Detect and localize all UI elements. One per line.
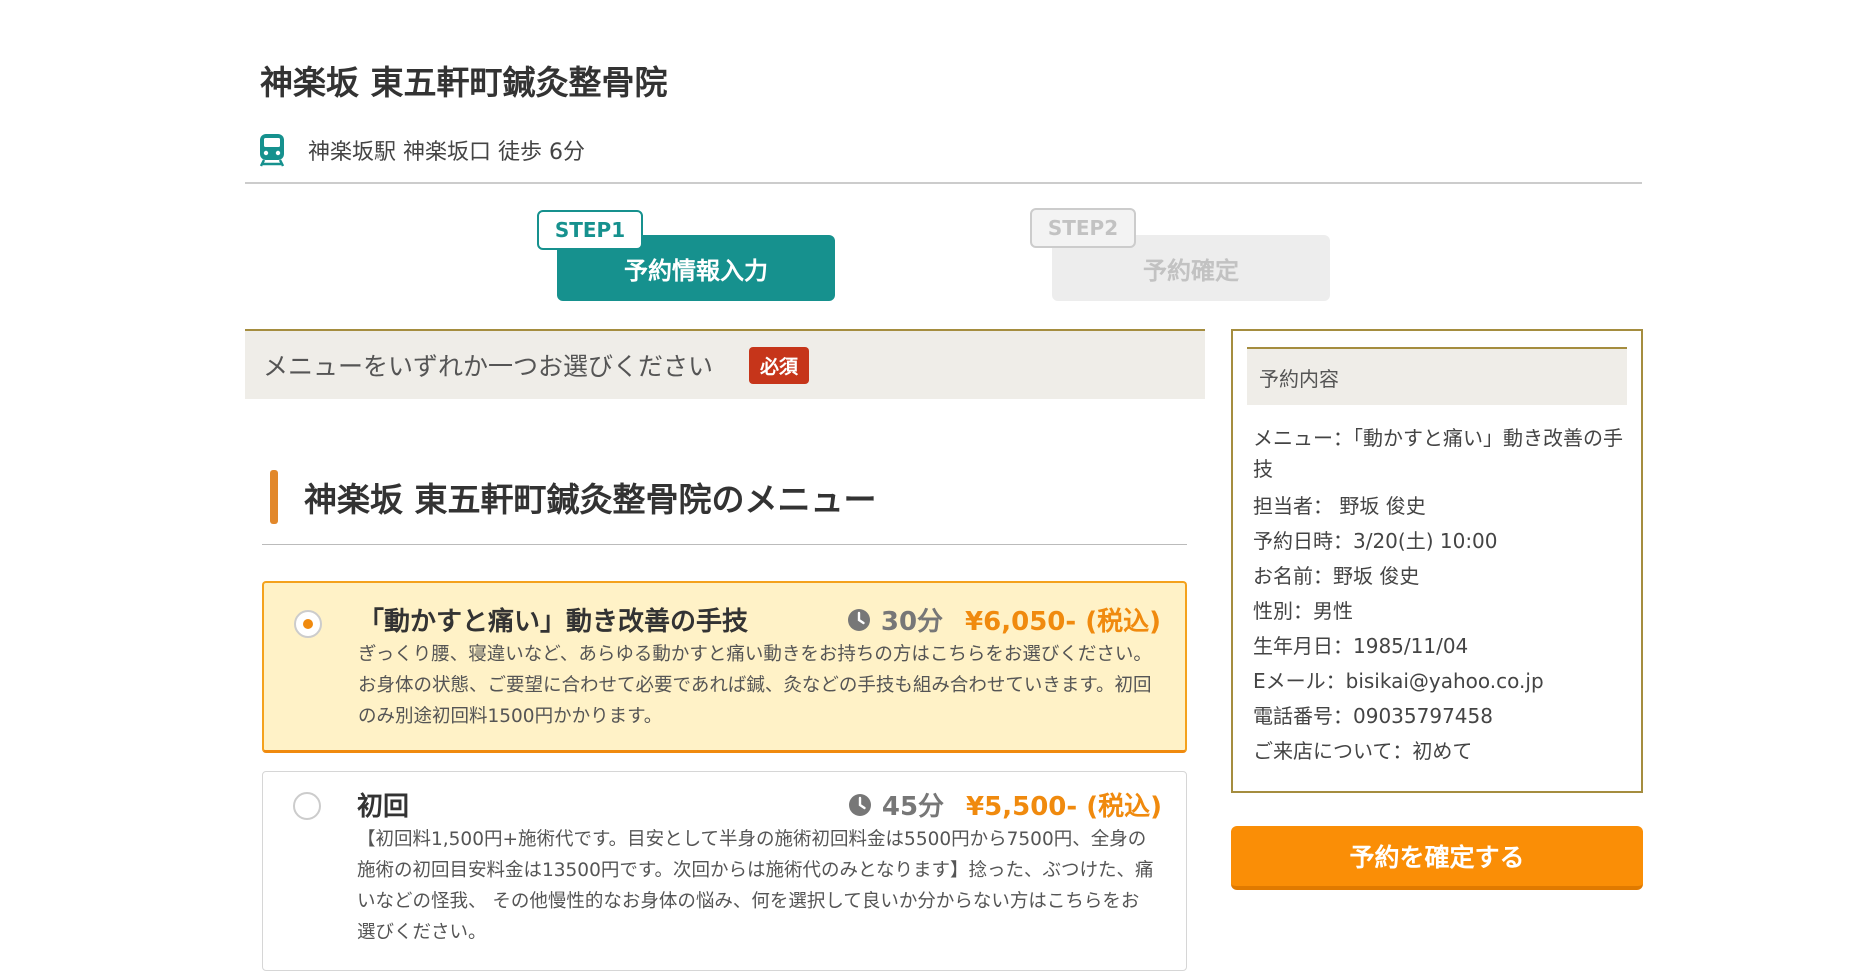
menu-radio[interactable]	[293, 792, 321, 820]
section-accent-bar	[270, 470, 278, 524]
summary-birthdate: 生年月日：1985/11/04	[1253, 634, 1469, 658]
step1-tag: STEP1	[537, 210, 643, 250]
summary-visit: ご来店について：初めて	[1253, 739, 1473, 763]
menu-option-price: ¥6,050- (税込)	[965, 607, 1161, 637]
menu-radio-selected[interactable]	[294, 610, 322, 638]
menu-option-duration: 45分	[881, 792, 945, 822]
clock-icon	[848, 793, 871, 816]
menu-option-name: 初回	[357, 792, 410, 822]
menu-option-duration: 30分	[880, 607, 944, 637]
menu-prompt-text: メニューをいずれか一つお選びください	[263, 352, 714, 381]
menu-option-price: ¥5,500- (税込)	[966, 792, 1162, 822]
clock-icon	[847, 608, 870, 631]
summary-email: Eメール：bisikai@yahoo.co.jp	[1253, 669, 1544, 693]
menu-section-title: 神楽坂 東五軒町鍼灸整骨院のメニュー	[304, 480, 877, 519]
menu-option-meta: 30分 ¥6,050- (税込)	[847, 601, 1161, 638]
summary-heading: 予約内容	[1259, 366, 1339, 391]
menu-option-card[interactable]: 「動かすと痛い」動き改善の手技 30分 ¥6,050- (税込) ぎっくり腰、寝…	[262, 581, 1187, 753]
menu-option-name: 「動かすと痛い」動き改善の手技	[358, 607, 749, 637]
menu-option-description: 【初回料1,500円+施術代です。目安として半身の施術初回料金は5500円から7…	[357, 829, 1154, 943]
clinic-title: 神楽坂 東五軒町鍼灸整骨院	[260, 63, 668, 102]
station-access: 神楽坂駅 神楽坂口 徒歩 6分	[258, 130, 585, 170]
required-badge: 必須	[749, 346, 810, 384]
menu-option-meta: 45分 ¥5,500- (税込)	[848, 786, 1162, 823]
summary-gender: 性別：男性	[1253, 599, 1353, 623]
summary-menu: メニュー：「動かすと痛い」動き改善の手技	[1253, 426, 1623, 481]
train-icon	[259, 134, 285, 167]
station-text: 神楽坂駅 神楽坂口 徒歩 6分	[308, 140, 585, 165]
menu-option-card[interactable]: 初回 45分 ¥5,500- (税込) 【初回料1,500円+施術代です。目安と…	[262, 771, 1187, 971]
summary-name: お名前：野坂 俊史	[1253, 564, 1420, 588]
reservation-summary: 予約内容 メニュー：「動かすと痛い」動き改善の手技 担当者： 野坂 俊史 予約日…	[1231, 329, 1643, 793]
menu-prompt-bar: メニューをいずれか一つお選びください 必須	[245, 329, 1205, 399]
menu-section-heading: 神楽坂 東五軒町鍼灸整骨院のメニュー	[270, 470, 877, 524]
section-divider	[262, 544, 1187, 545]
summary-phone: 電話番号：09035797458	[1253, 704, 1493, 728]
header-divider	[245, 182, 1642, 184]
confirm-reservation-button[interactable]: 予約を確定する	[1231, 826, 1643, 890]
summary-header: 予約内容	[1247, 347, 1627, 405]
step2-tag: STEP2	[1030, 208, 1136, 248]
summary-list: メニュー：「動かすと痛い」動き改善の手技 担当者： 野坂 俊史 予約日時：3/2…	[1253, 423, 1623, 771]
summary-datetime: 予約日時：3/20(土) 10:00	[1253, 529, 1498, 553]
menu-option-description: ぎっくり腰、寝違いなど、あらゆる動かすと痛い動きをお持ちの方はこちらをお選びくだ…	[358, 644, 1152, 727]
summary-staff: 担当者： 野坂 俊史	[1253, 494, 1426, 518]
